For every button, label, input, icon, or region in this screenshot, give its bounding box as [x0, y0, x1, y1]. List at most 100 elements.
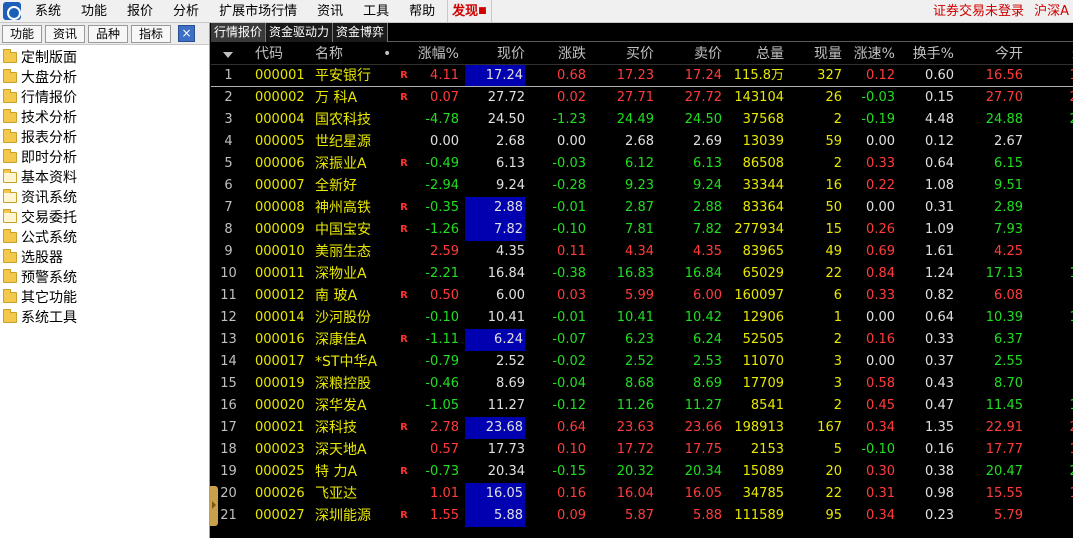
menu-item[interactable]: 帮助 — [399, 0, 445, 23]
menu-discover[interactable]: 发现■ — [447, 0, 492, 23]
left-tab-function[interactable]: 功能 — [2, 24, 43, 43]
table-row[interactable]: 21 000027 深圳能源 R 1.55 5.88 0.09 5.87 5.88 111589 9… — [211, 505, 1073, 527]
open-price: 20.47 — [985, 464, 1023, 479]
header-price[interactable]: 现价 — [465, 43, 525, 65]
total-volume: 8541 — [750, 398, 784, 413]
header-ask[interactable]: 卖价 — [659, 43, 722, 65]
menu-item[interactable]: 分析 — [163, 0, 209, 23]
row-index: 20 — [220, 486, 237, 501]
close-icon[interactable]: × — [178, 25, 196, 42]
tab-quotes[interactable]: 行情报价 — [211, 23, 267, 42]
change: -0.28 — [552, 178, 586, 193]
header-last[interactable]: 最 — [1036, 43, 1073, 65]
tree-item[interactable]: 交易委托 — [0, 207, 209, 227]
table-row[interactable]: 9 000010 美丽生态 2.59 4.35 0.11 4.34 4.35 83965 49 0.… — [211, 241, 1073, 263]
last-col: 11 — [1036, 395, 1073, 417]
header-speed[interactable]: 涨速% — [843, 43, 895, 65]
change: -0.07 — [552, 332, 586, 347]
table-row[interactable]: 19 000025 特 力A R -0.73 20.34 -0.15 20.32 20.34 15… — [211, 461, 1073, 483]
ask-price: 17.75 — [684, 442, 722, 457]
tree-item[interactable]: 资讯系统 — [0, 187, 209, 207]
table-row[interactable]: 16 000020 深华发A -1.05 11.27 -0.12 11.26 11.27 854… — [211, 395, 1073, 417]
sort-arrow-icon[interactable] — [223, 43, 237, 65]
tree-item[interactable]: 公式系统 — [0, 227, 209, 247]
table-row[interactable]: 10 000011 深物业A -2.21 16.84 -0.38 16.83 16.84 650… — [211, 263, 1073, 285]
tree-item[interactable]: 系统工具 — [0, 307, 209, 327]
header-current-volume[interactable]: 现量 — [787, 43, 842, 65]
menu-discover-label: 发现 — [452, 3, 479, 19]
tree-item[interactable]: 基本资料 — [0, 167, 209, 187]
menu-item[interactable]: 系统 — [25, 0, 71, 23]
stock-name: 深康佳A — [315, 332, 367, 348]
stock-name: 全新好 — [315, 178, 357, 194]
tree-item[interactable]: 定制版面 — [0, 47, 209, 67]
table-row[interactable]: 1 000001 平安银行 R 4.11 17.24 0.68 17.23 17.24 115.8… — [211, 65, 1073, 87]
open-price: 9.51 — [994, 178, 1023, 193]
stock-code: 000009 — [255, 222, 305, 237]
table-row[interactable]: 6 000007 全新好 -2.94 9.24 -0.28 9.23 9.24 33344 16 0… — [211, 175, 1073, 197]
header-turnover[interactable]: 换手% — [901, 43, 954, 65]
table-row[interactable]: 7 000008 神州高铁 R -0.35 2.88 -0.01 2.87 2.88 83364 5… — [211, 197, 1073, 219]
menu-item[interactable]: 扩展市场行情 — [209, 0, 307, 23]
folder-icon — [3, 228, 17, 243]
last-col: 23 — [1036, 417, 1073, 439]
menu-item[interactable]: 资讯 — [307, 0, 353, 23]
bid-price: 24.49 — [616, 112, 654, 127]
tree-item[interactable]: 行情报价 — [0, 87, 209, 107]
tree-item[interactable]: 选股器 — [0, 247, 209, 267]
bid-price: 9.23 — [625, 178, 654, 193]
last-col: 20 — [1036, 461, 1073, 483]
menu-bar: 系统 功能 报价 分析 扩展市场行情 资讯 工具 帮助 发现■ 证券交易未登录 沪深A — [0, 0, 1073, 23]
left-tab-news[interactable]: 资讯 — [45, 24, 86, 43]
header-bid[interactable]: 买价 — [591, 43, 654, 65]
table-row[interactable]: 4 000005 世纪星源 0.00 2.68 0.00 2.68 2.69 13039 59 0.… — [211, 131, 1073, 153]
header-open[interactable]: 今开 — [961, 43, 1023, 65]
table-row[interactable]: 20 000026 飞亚达 1.01 16.05 0.16 16.04 16.05 34785 2… — [211, 483, 1073, 505]
current-price: 9.24 — [496, 178, 525, 193]
tree-item[interactable]: 技术分析 — [0, 107, 209, 127]
left-tab-variety[interactable]: 品种 — [88, 24, 129, 43]
header-change[interactable]: 涨跌 — [531, 43, 586, 65]
current-price: 17.24 — [465, 65, 525, 87]
table-row[interactable]: 18 000023 深天地A 0.57 17.73 0.10 17.72 17.75 2153 5… — [211, 439, 1073, 461]
table-row[interactable]: 15 000019 深粮控股 -0.46 8.69 -0.04 8.68 8.69 17709 3… — [211, 373, 1073, 395]
bid-price: 8.68 — [625, 376, 654, 391]
ask-price: 4.35 — [693, 244, 722, 259]
tab-fund-game[interactable]: 资金博弈 — [333, 23, 389, 42]
open-price: 22.91 — [985, 420, 1023, 435]
table-row[interactable]: 5 000006 深振业A R -0.49 6.13 -0.03 6.12 6.13 86508 2… — [211, 153, 1073, 175]
header-pct[interactable]: 涨幅% — [401, 43, 459, 65]
table-row[interactable]: 12 000014 沙河股份 -0.10 10.41 -0.01 10.41 10.42 129… — [211, 307, 1073, 329]
tree-item-label: 基本资料 — [21, 170, 77, 186]
table-row[interactable]: 3 000004 国农科技 -4.78 24.50 -1.23 24.49 24.50 3756… — [211, 109, 1073, 131]
market-selector[interactable]: 沪深A — [1034, 4, 1069, 19]
menu-item[interactable]: 报价 — [117, 0, 163, 23]
tab-fund-drive[interactable]: 资金驱动力 — [266, 23, 334, 42]
tree-item[interactable]: 报表分析 — [0, 127, 209, 147]
table-row[interactable]: 13 000016 深康佳A R -1.11 6.24 -0.07 6.23 6.24 52505… — [211, 329, 1073, 351]
speed-pct: 0.33 — [866, 156, 895, 171]
table-row[interactable]: 17 000021 深科技 R 2.78 23.68 0.64 23.63 23.66 19891… — [211, 417, 1073, 439]
table-row[interactable]: 14 000017 *ST中华A -0.79 2.52 -0.02 2.52 2.53 1107… — [211, 351, 1073, 373]
current-volume: 22 — [825, 486, 842, 501]
table-row[interactable]: 2 000002 万 科A R 0.07 27.72 0.02 27.71 27.72 14310… — [211, 87, 1073, 109]
stock-name: 深物业A — [315, 266, 367, 282]
tree-item[interactable]: 即时分析 — [0, 147, 209, 167]
left-tab-indicator[interactable]: 指标 — [131, 24, 172, 43]
open-price: 7.93 — [994, 222, 1023, 237]
table-row[interactable]: 11 000012 南 玻A R 0.50 6.00 0.03 5.99 6.00 160097 6… — [211, 285, 1073, 307]
menu-item[interactable]: 工具 — [353, 0, 399, 23]
tree-item[interactable]: 其它功能 — [0, 287, 209, 307]
menu-item[interactable]: 功能 — [71, 0, 117, 23]
ask-price: 9.24 — [693, 178, 722, 193]
last-col: 6 — [1036, 285, 1073, 307]
trade-login-status[interactable]: 证券交易未登录 — [933, 4, 1024, 19]
table-row[interactable]: 8 000009 中国宝安 R -1.26 7.82 -0.10 7.81 7.82 277934… — [211, 219, 1073, 241]
stock-name: 特 力A — [315, 464, 358, 480]
tree-item[interactable]: 大盘分析 — [0, 67, 209, 87]
header-volume[interactable]: 总量 — [728, 43, 784, 65]
tree-item[interactable]: 预警系统 — [0, 267, 209, 287]
folder-icon — [3, 48, 17, 63]
table-body: 1 000001 平安银行 R 4.11 17.24 0.68 17.23 17.24 115.8… — [211, 65, 1073, 527]
header-code[interactable]: 代码 — [255, 43, 311, 65]
